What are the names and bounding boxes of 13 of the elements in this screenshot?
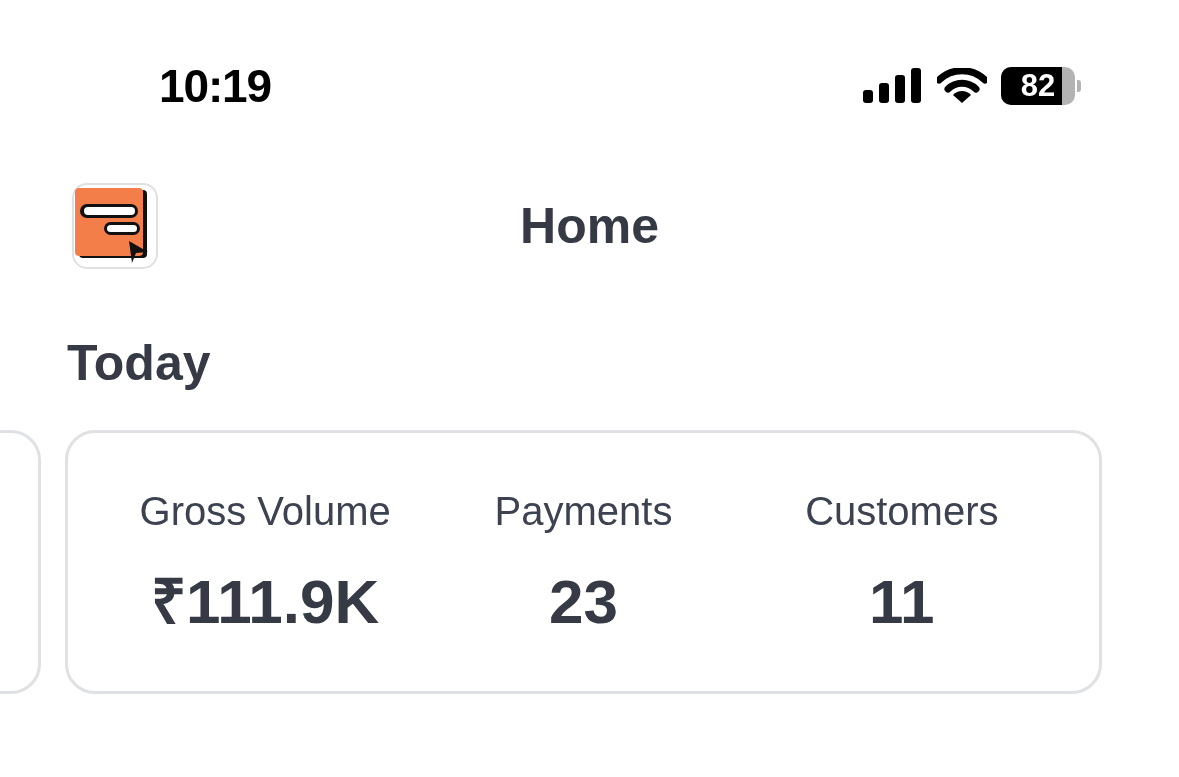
stat-label: Payments	[494, 488, 673, 535]
stat-value: 23	[549, 571, 618, 633]
stat-label: Customers	[805, 488, 999, 535]
page-title: Home	[520, 196, 659, 256]
wifi-icon	[937, 68, 987, 104]
signal-icon	[863, 68, 923, 104]
status-time: 10:19	[159, 58, 271, 114]
stat-label: Gross Volume	[139, 488, 391, 535]
battery-level: 82	[1019, 67, 1057, 105]
app-logo[interactable]	[72, 183, 158, 269]
stat-value: ₹111.9K	[151, 571, 380, 633]
section-title: Today	[67, 333, 211, 393]
stat-value: 11	[869, 571, 935, 633]
